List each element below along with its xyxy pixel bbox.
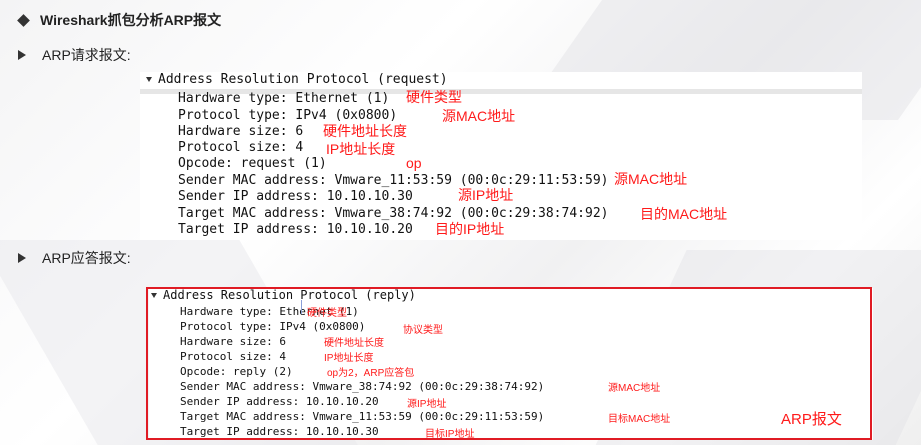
field-hardware-type[interactable]: Hardware type: Ethernet (1): [178, 91, 389, 107]
annotation-protocol-type: 源MAC地址: [442, 108, 516, 124]
annotation-target-ip: 目的IP地址: [435, 221, 505, 237]
field-target-ip[interactable]: Target IP address: 10.10.10.20: [178, 222, 413, 238]
expand-triangle-icon[interactable]: [146, 77, 152, 82]
protocol-header-text: Address Resolution Protocol (request): [158, 72, 448, 87]
frame-label: ARP报文: [781, 411, 842, 428]
annotation-hardware-type: 硬件类型: [406, 89, 462, 105]
arp-request-packet-tree: Address Resolution Protocol (request) Ha…: [140, 72, 862, 240]
reply-heading: ARP应答报文:: [18, 248, 131, 268]
field-hardware-size[interactable]: Hardware size: 6: [178, 124, 303, 140]
annotation-opcode: op: [406, 155, 422, 171]
slide-title-text: Wireshark抓包分析ARP报文: [40, 12, 222, 28]
request-heading: ARP请求报文:: [18, 45, 131, 65]
reply-heading-text: ARP应答报文:: [42, 250, 131, 266]
diamond-bullet-icon: [17, 13, 30, 27]
arrow-bullet-icon: [18, 253, 26, 263]
annotation-sender-mac: 源MAC地址: [614, 171, 688, 187]
slide-title: Wireshark抓包分析ARP报文: [16, 10, 221, 30]
field-opcode[interactable]: Opcode: request (1): [178, 156, 327, 172]
highlight-frame: [146, 287, 872, 440]
field-protocol-size[interactable]: Protocol size: 4: [178, 140, 303, 156]
request-heading-text: ARP请求报文:: [42, 47, 131, 63]
protocol-tree-header[interactable]: Address Resolution Protocol (request): [146, 72, 448, 87]
annotation-hardware-size: 硬件地址长度: [323, 123, 407, 139]
arrow-bullet-icon: [18, 50, 26, 60]
field-sender-ip[interactable]: Sender IP address: 10.10.10.30: [178, 189, 413, 205]
annotation-target-mac: 目的MAC地址: [640, 206, 728, 222]
annotation-sender-ip: 源IP地址: [458, 187, 514, 203]
field-target-mac[interactable]: Target MAC address: Vmware_38:74:92 (00:…: [178, 206, 608, 222]
field-sender-mac[interactable]: Sender MAC address: Vmware_11:53:59 (00:…: [178, 173, 608, 189]
annotation-protocol-size: IP地址长度: [326, 141, 396, 157]
